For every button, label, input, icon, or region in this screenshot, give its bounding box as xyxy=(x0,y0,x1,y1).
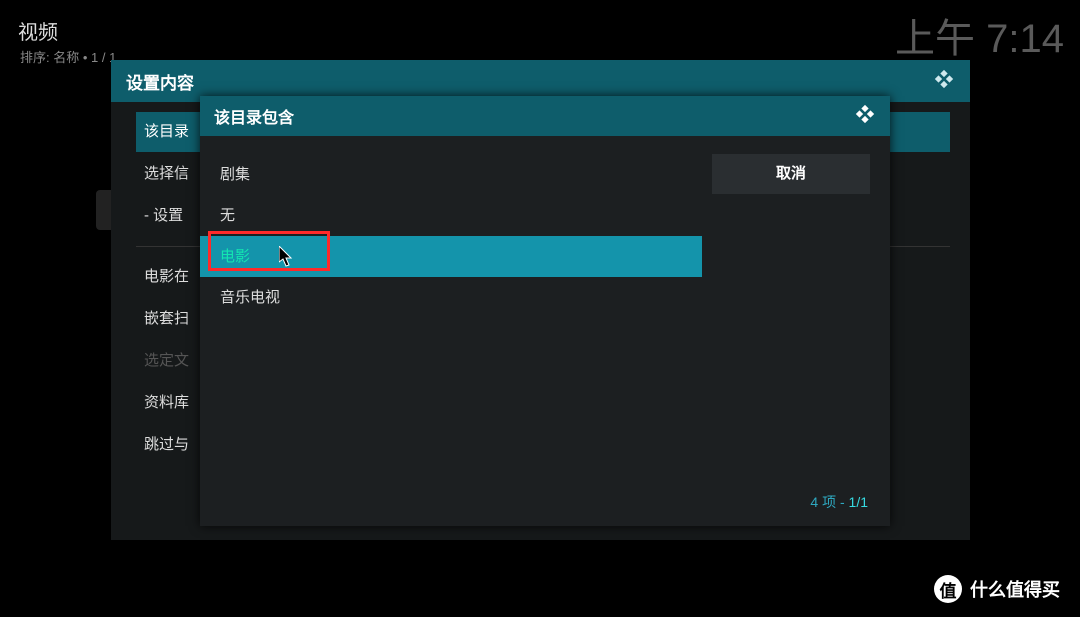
item-count: 4 项 - xyxy=(810,494,848,510)
option-musicvideos[interactable]: 音乐电视 xyxy=(200,277,702,318)
watermark: 值 什么值得买 xyxy=(934,575,1060,603)
watermark-text: 什么值得买 xyxy=(970,576,1060,602)
screen-title: 视频 xyxy=(18,16,116,45)
options-list: 剧集 无 电影 音乐电视 xyxy=(200,154,702,484)
clock: 上午 7:14 xyxy=(895,6,1064,64)
option-tvshows[interactable]: 剧集 xyxy=(200,154,702,195)
background-header: 视频 排序: 名称 • 1 / 1 xyxy=(18,16,116,66)
dialog-footer: 4 项 - 1/1 xyxy=(200,484,890,512)
cancel-button[interactable]: 取消 xyxy=(712,154,870,194)
option-none[interactable]: 无 xyxy=(200,195,702,236)
sort-info: 排序: 名称 • 1 / 1 xyxy=(20,47,116,66)
kodi-logo-icon xyxy=(854,103,876,130)
option-movies[interactable]: 电影 xyxy=(200,236,702,277)
watermark-badge-icon: 值 xyxy=(934,575,962,603)
content-type-title: 该目录包含 xyxy=(214,104,294,128)
content-type-dialog: 该目录包含 剧集 无 电影 音乐电视 取消 4 项 - 1/1 xyxy=(200,96,890,526)
page-indicator: 1/1 xyxy=(849,494,868,510)
content-type-header: 该目录包含 xyxy=(200,96,890,136)
settings-dialog-title: 设置内容 xyxy=(126,69,194,94)
kodi-logo-icon xyxy=(933,68,955,95)
